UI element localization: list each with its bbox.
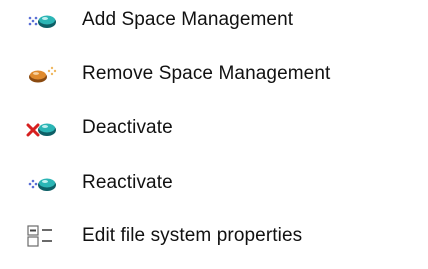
menu-item-edit-file-system-properties[interactable]: Edit file system properties — [24, 216, 302, 256]
edit-properties-icon — [24, 224, 64, 248]
context-menu: Add Space Management Remove Space Manage… — [0, 0, 428, 269]
menu-item-label: Deactivate — [82, 117, 173, 138]
menu-item-label: Add Space Management — [82, 9, 294, 30]
add-space-management-icon — [24, 8, 64, 32]
deactivate-icon — [24, 116, 64, 140]
menu-item-label: Edit file system properties — [82, 225, 303, 246]
remove-space-management-icon — [24, 62, 64, 86]
menu-item-add-space-management[interactable]: Add Space Management — [24, 0, 293, 40]
menu-item-deactivate[interactable]: Deactivate — [24, 108, 173, 148]
menu-item-reactivate[interactable]: Reactivate — [24, 163, 173, 203]
menu-item-label: Reactivate — [82, 172, 173, 193]
reactivate-icon — [24, 171, 64, 195]
menu-item-remove-space-management[interactable]: Remove Space Management — [24, 54, 330, 94]
menu-item-label: Remove Space Management — [82, 63, 331, 84]
